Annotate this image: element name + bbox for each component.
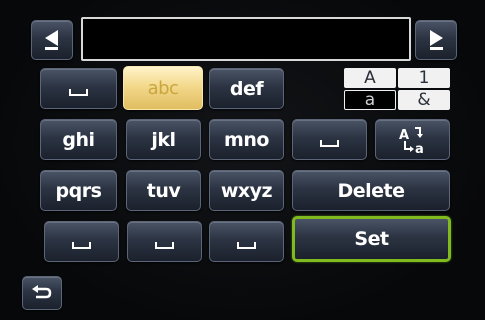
mode-lowercase-label: a: [364, 89, 376, 110]
key-jkl[interactable]: jkl: [126, 119, 201, 160]
space-icon: [69, 89, 88, 96]
space-icon: [155, 242, 174, 249]
mode-lowercase[interactable]: a: [344, 90, 396, 110]
key-ghi[interactable]: ghi: [40, 119, 117, 160]
triangle-left-icon: [45, 30, 58, 50]
key-abc[interactable]: abc: [123, 66, 203, 110]
space-key-4[interactable]: [127, 221, 202, 262]
key-ghi-label: ghi: [62, 128, 95, 151]
key-mno-label: mno: [224, 128, 269, 151]
mode-symbol[interactable]: &: [398, 90, 450, 110]
key-wxyz[interactable]: wxyz: [209, 170, 284, 211]
space-icon: [320, 140, 339, 147]
triangle-right-icon: [430, 30, 443, 50]
space-key-2[interactable]: [292, 119, 367, 160]
key-mno[interactable]: mno: [209, 119, 284, 160]
key-wxyz-label: wxyz: [220, 179, 273, 202]
case-toggle-icon: A a: [399, 126, 423, 155]
delete-button[interactable]: Delete: [292, 170, 450, 211]
input-mode-indicator[interactable]: A 1 a &: [344, 68, 450, 111]
key-abc-label: abc: [147, 77, 179, 99]
mode-symbol-label: &: [417, 89, 431, 110]
cursor-right-button[interactable]: [415, 20, 457, 60]
svg-text:a: a: [415, 142, 423, 155]
space-icon: [72, 242, 91, 249]
return-arrow-icon: [32, 285, 52, 299]
mode-uppercase-label: A: [364, 67, 376, 88]
key-pqrs[interactable]: pqrs: [40, 170, 117, 211]
text-entry-screen: abc def A 1 a & ghi jkl mno A a pqrs tuv…: [0, 0, 485, 320]
set-button[interactable]: Set: [292, 216, 451, 262]
cursor-left-button[interactable]: [31, 20, 73, 60]
space-key-3[interactable]: [44, 221, 119, 262]
text-input-field[interactable]: [81, 17, 411, 61]
set-button-label: Set: [354, 228, 389, 250]
mode-number-label: 1: [418, 67, 430, 88]
key-pqrs-label: pqrs: [55, 179, 102, 202]
mode-uppercase[interactable]: A: [344, 68, 396, 88]
space-key-5[interactable]: [209, 221, 284, 262]
key-jkl-label: jkl: [151, 128, 176, 151]
key-tuv[interactable]: tuv: [126, 170, 201, 211]
key-def[interactable]: def: [209, 68, 284, 109]
key-tuv-label: tuv: [146, 179, 181, 202]
case-toggle-key[interactable]: A a: [375, 119, 450, 160]
space-icon: [237, 242, 256, 249]
mode-number[interactable]: 1: [398, 68, 450, 88]
key-def-label: def: [229, 77, 264, 100]
back-button[interactable]: [22, 276, 62, 310]
space-key[interactable]: [40, 68, 117, 109]
delete-button-label: Delete: [337, 179, 405, 202]
svg-text:A: A: [399, 128, 409, 143]
